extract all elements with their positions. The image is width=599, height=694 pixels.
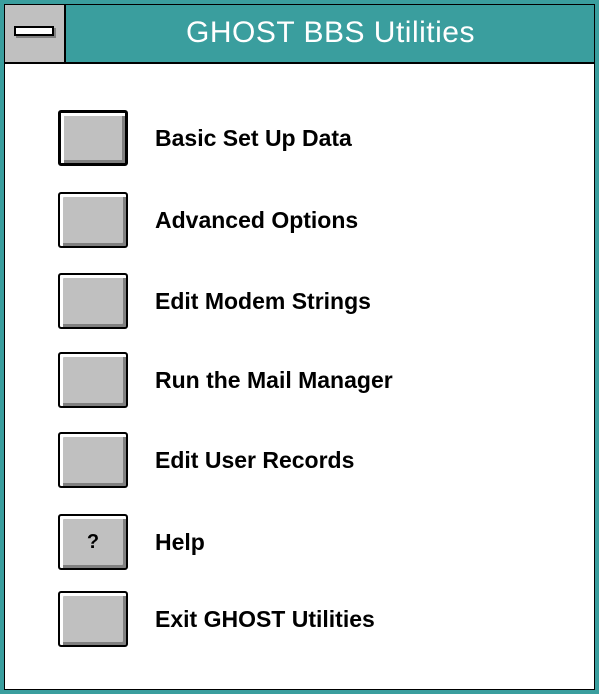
exit-utilities-label: Exit GHOST Utilities: [155, 606, 375, 632]
mail-manager-label: Run the Mail Manager: [155, 367, 393, 393]
utilities-window: GHOST BBS Utilities Basic Set Up Data Ad…: [0, 0, 599, 694]
help-label: Help: [155, 529, 205, 555]
basic-setup-button[interactable]: [58, 110, 128, 166]
help-button[interactable]: ?: [58, 514, 128, 570]
basic-setup-label: Basic Set Up Data: [155, 125, 352, 151]
edit-user-records-label: Edit User Records: [155, 447, 355, 473]
window-title: GHOST BBS Utilities: [185, 16, 475, 49]
exit-utilities-button[interactable]: [58, 591, 128, 647]
edit-user-records-button[interactable]: [58, 432, 128, 488]
edit-modem-strings-label: Edit Modem Strings: [155, 288, 371, 314]
title-bar[interactable]: GHOST BBS Utilities: [4, 4, 595, 64]
utilities-menu: Basic Set Up Data Advanced Options Edit …: [4, 64, 595, 690]
mail-manager-button[interactable]: [58, 352, 128, 408]
system-menu-icon: [14, 26, 54, 36]
system-menu-button[interactable]: [4, 4, 66, 62]
advanced-options-button[interactable]: [58, 192, 128, 248]
advanced-options-label: Advanced Options: [155, 207, 359, 233]
edit-modem-strings-button[interactable]: [58, 273, 128, 329]
